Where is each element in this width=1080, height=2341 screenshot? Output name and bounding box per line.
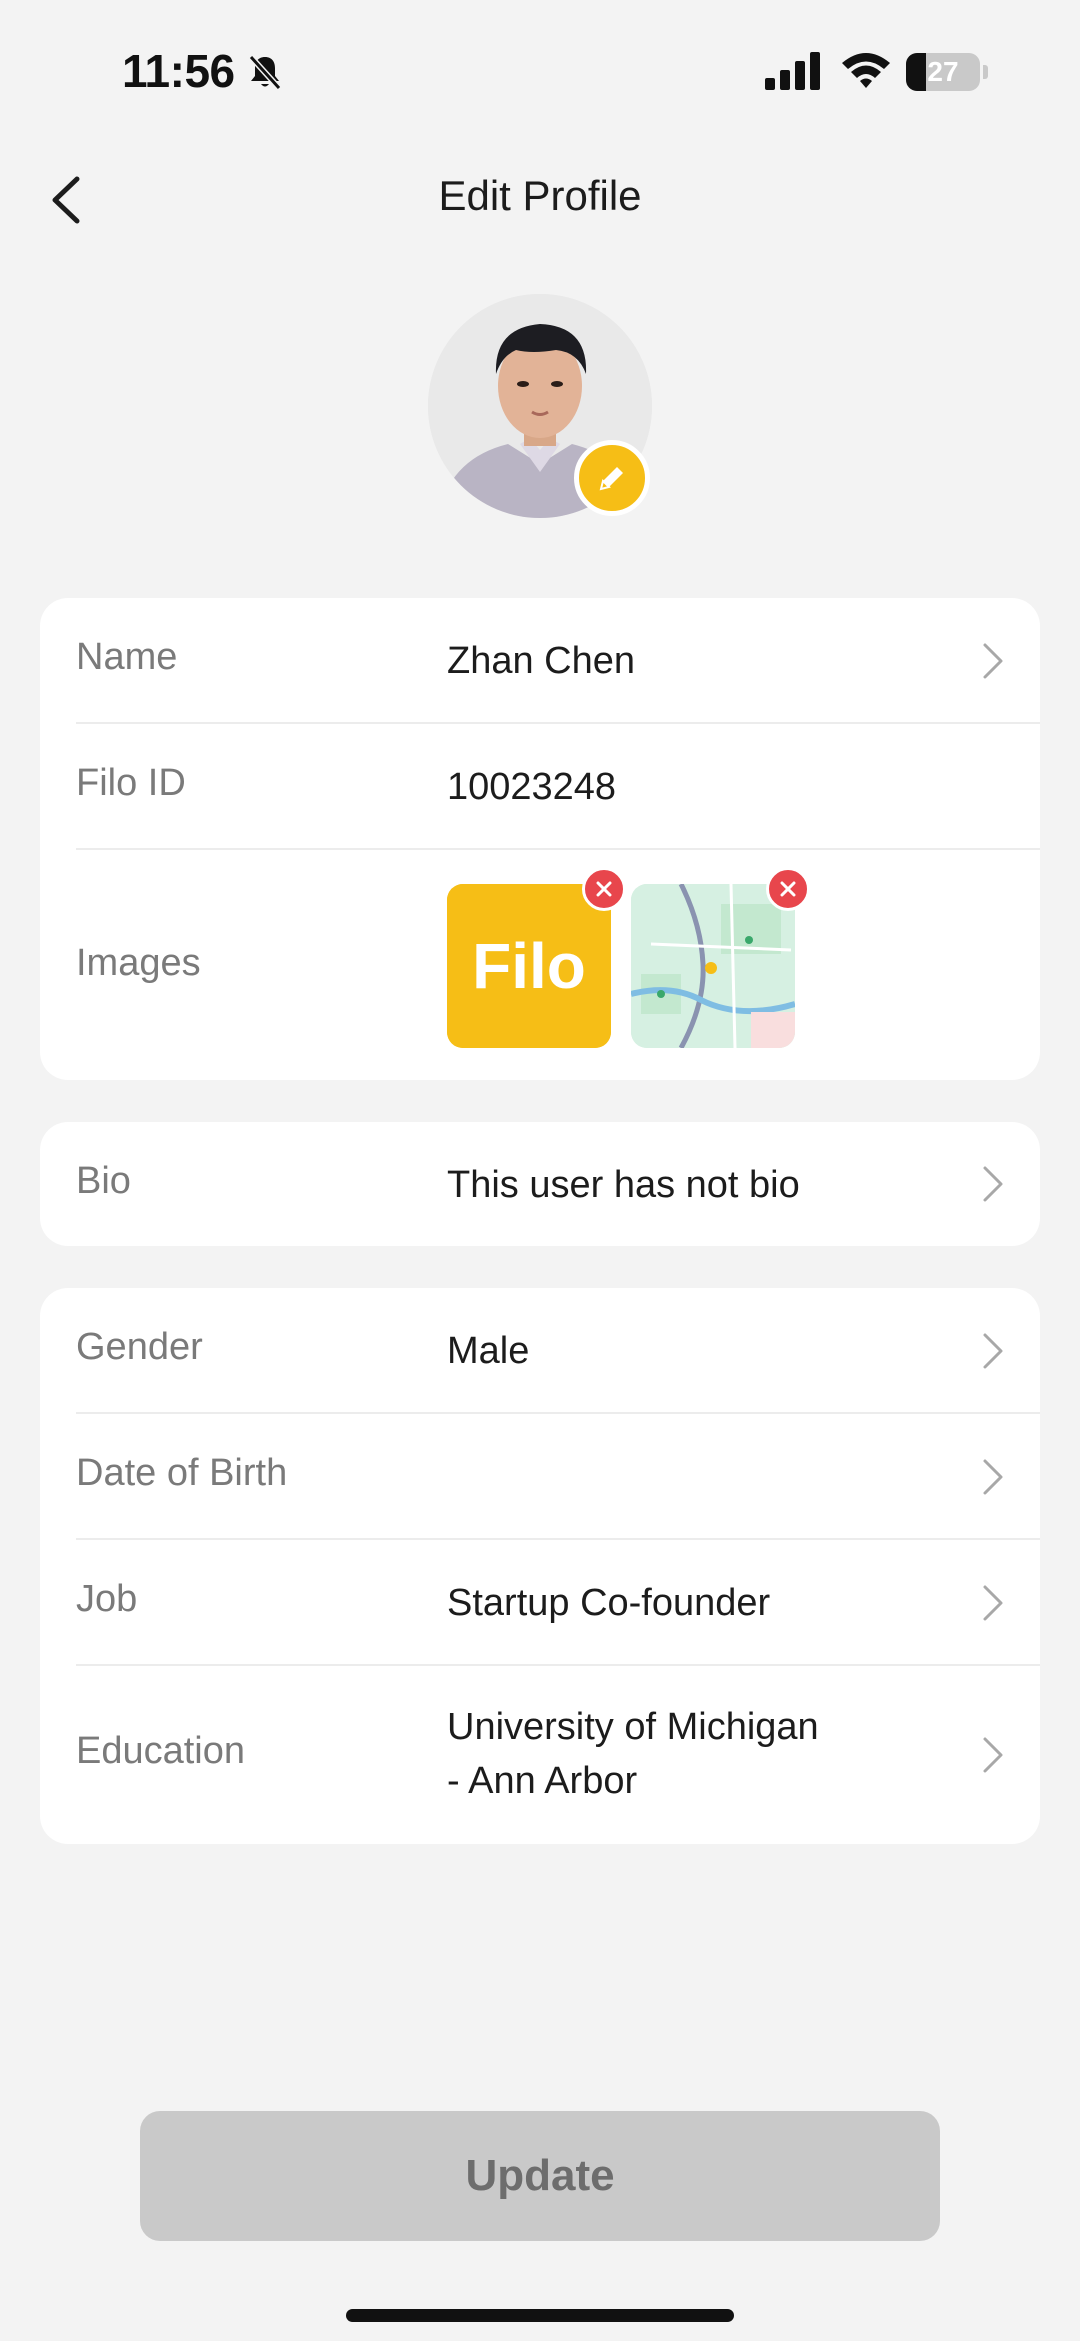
chevron-right-icon — [983, 1333, 1003, 1369]
job-label: Job — [76, 1578, 138, 1620]
bio-card: Bio This user has not bio — [40, 1122, 1040, 1246]
bio-row[interactable]: Bio This user has not bio — [40, 1122, 1040, 1246]
battery-percentage: 27 — [927, 56, 959, 87]
images-row: Images Filo — [40, 850, 1040, 1080]
chevron-right-icon — [983, 1459, 1003, 1495]
close-icon — [596, 881, 612, 897]
remove-image-button-2[interactable] — [766, 867, 810, 911]
education-row[interactable]: Education University of Michigan - Ann A… — [40, 1666, 1040, 1844]
cellular-signal-icon — [765, 52, 820, 90]
filo-logo-text: Filo — [472, 930, 586, 1002]
bio-label: Bio — [76, 1160, 131, 1202]
name-value: Zhan Chen — [447, 640, 636, 682]
remove-image-button-1[interactable] — [582, 867, 626, 911]
gender-row[interactable]: Gender Male — [40, 1288, 1040, 1414]
name-label: Name — [76, 636, 178, 678]
filo-id-label: Filo ID — [76, 762, 186, 804]
map-image — [631, 884, 795, 1048]
job-value: Startup Co-founder — [447, 1582, 771, 1624]
profile-info-card: Name Zhan Chen Filo ID 10023248 Images F… — [40, 598, 1040, 1080]
education-value: University of Michigan - Ann Arbor — [447, 1700, 819, 1808]
image-thumbnail-map[interactable] — [631, 884, 795, 1048]
gender-value: Male — [447, 1330, 530, 1372]
page-title: Edit Profile — [438, 172, 642, 219]
edit-profile-screen: 11:56 27 Edit Profile Name Zhan Chen Fil… — [0, 0, 1080, 2341]
chevron-right-icon — [983, 643, 1003, 679]
close-icon — [780, 881, 796, 897]
bio-value: This user has not bio — [447, 1164, 800, 1206]
status-bar: 11:56 27 — [0, 0, 1080, 145]
edit-avatar-button[interactable] — [574, 440, 650, 516]
chevron-right-icon — [983, 1737, 1003, 1773]
job-row[interactable]: Job Startup Co-founder — [40, 1540, 1040, 1666]
home-indicator[interactable] — [346, 2309, 734, 2322]
image-thumbnail-logo[interactable]: Filo — [447, 884, 611, 1048]
bell-muted-icon — [248, 54, 282, 91]
status-time: 11:56 — [122, 45, 235, 97]
chevron-right-icon — [983, 1166, 1003, 1202]
chevron-right-icon — [983, 1585, 1003, 1621]
education-value-line-1: University of Michigan — [447, 1706, 819, 1748]
update-button[interactable]: Update — [140, 2111, 940, 2241]
date-of-birth-label: Date of Birth — [76, 1452, 288, 1494]
education-value-line-2: - Ann Arbor — [447, 1760, 638, 1802]
battery-indicator: 27 — [906, 53, 988, 91]
date-of-birth-row[interactable]: Date of Birth — [40, 1414, 1040, 1540]
images-label: Images — [76, 942, 201, 984]
details-card: Gender Male Date of Birth Job Startup Co… — [40, 1288, 1040, 1844]
filo-id-value: 10023248 — [447, 766, 617, 808]
wifi-icon — [842, 53, 890, 88]
gender-label: Gender — [76, 1326, 203, 1368]
filo-id-row: Filo ID 10023248 — [40, 724, 1040, 850]
education-label: Education — [76, 1730, 246, 1772]
name-row[interactable]: Name Zhan Chen — [40, 598, 1040, 724]
filo-logo-image: Filo — [447, 884, 611, 1048]
pencil-icon — [599, 467, 623, 491]
